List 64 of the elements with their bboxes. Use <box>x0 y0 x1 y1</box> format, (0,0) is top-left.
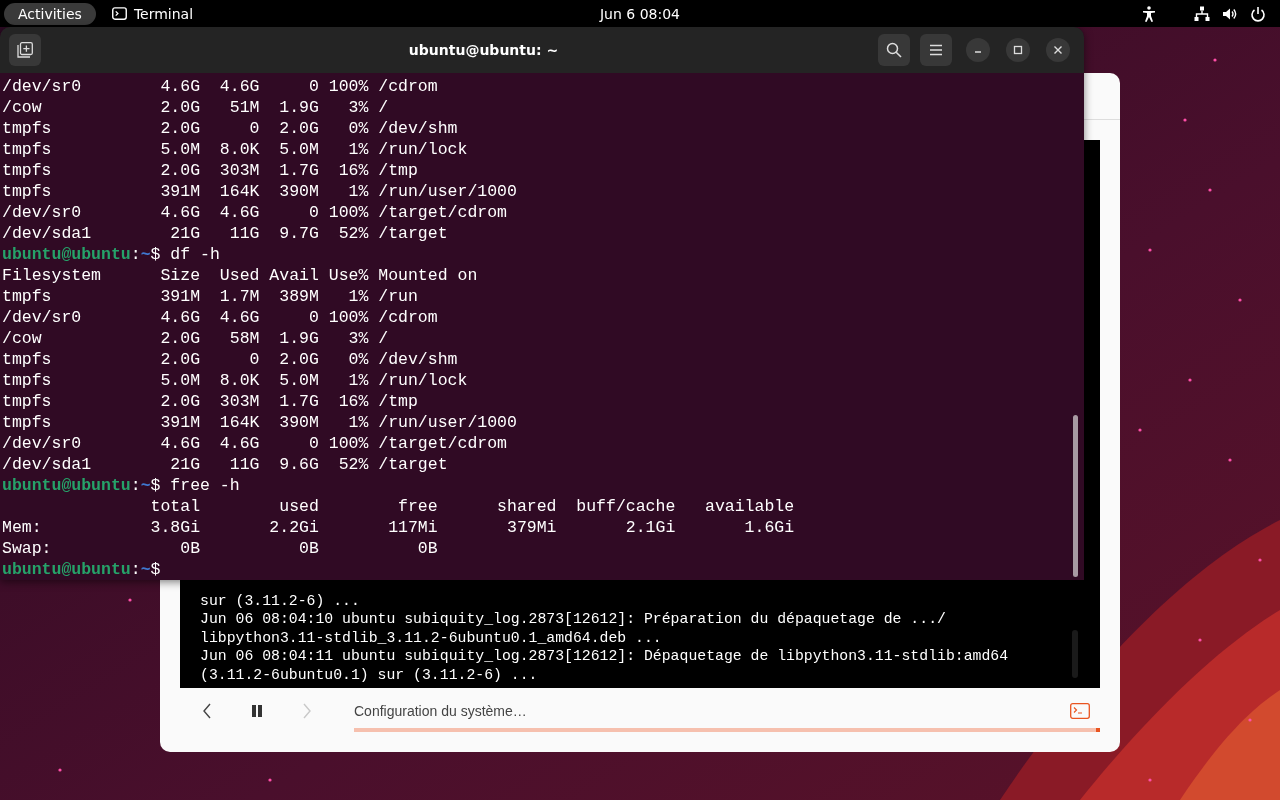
power-icon[interactable] <box>1250 5 1266 22</box>
terminal-line: tmpfs 5.0M 8.0K 5.0M 1% /run/lock <box>2 139 469 160</box>
terminal-line: tmpfs 391M 1.7M 389M 1% /run <box>2 286 419 307</box>
terminal-line: tmpfs 391M 164K 390M 1% /run/user/1000 <box>2 181 518 202</box>
command-text: df -h <box>170 245 220 264</box>
new-tab-button[interactable] <box>9 34 41 66</box>
prompt-path: ~ <box>140 245 151 264</box>
prompt-symbol: $ <box>150 245 161 264</box>
log-line: Jun 06 08:04:10 ubuntu subiquity_log.2873[12612]: Préparation du dépaquetage de .../ <box>200 610 947 629</box>
window-title: ubuntu@ubuntu: ~ <box>407 42 560 58</box>
log-line: sur (3.11.2-6) ... <box>200 591 361 610</box>
terminal-line: /dev/sr0 4.6G 4.6G 0 100% /cdrom <box>2 76 439 97</box>
terminal-line: /cow 2.0G 58M 1.9G 3% / <box>2 328 390 349</box>
prompt-user: ubuntu@ubuntu <box>2 560 131 579</box>
terminal-line: Filesystem Size Used Avail Use% Mounted on <box>2 265 479 286</box>
prompt-symbol: $ <box>150 476 161 495</box>
terminal-line: tmpfs 2.0G 0 2.0G 0% /dev/shm <box>2 118 459 139</box>
chevron-right-icon <box>302 703 312 719</box>
prompt-path: ~ <box>140 560 151 579</box>
app-menu[interactable]: Terminal <box>107 3 198 24</box>
terminal-line: tmpfs 2.0G 303M 1.7G 16% /tmp <box>2 160 419 181</box>
terminal-line: Mem: 3.8Gi 2.2Gi 117Mi 379Mi 2.1Gi 1.6Gi <box>2 517 796 538</box>
terminal-line: /cow 2.0G 51M 1.9G 3% / <box>2 97 390 118</box>
terminal-line: total used free shared buff/cache available <box>149 496 796 517</box>
prompt-separator: : <box>130 476 141 495</box>
terminal-line: /dev/sr0 4.6G 4.6G 0 100% /cdrom <box>2 307 439 328</box>
command-text: free -h <box>170 476 240 495</box>
status-text: Configuration du système… <box>354 703 527 719</box>
search-button[interactable] <box>878 34 910 66</box>
log-line: (3.11.2-6ubuntu0.1) sur (3.11.2-6) ... <box>200 665 539 684</box>
terminal-line: tmpfs 2.0G 303M 1.7G 16% /tmp <box>2 391 419 412</box>
log-line: Jun 06 08:04:11 ubuntu subiquity_log.2873[12612]: Dépaquetage de libpython3.11-stdlib:amd64 <box>200 647 1010 666</box>
search-icon <box>886 42 902 58</box>
terminal-line: Swap: 0B 0B 0B <box>2 538 439 559</box>
log-line: libpython3.11-stdlib_3.11.2-6ubuntu0.1_amd64.deb ... <box>200 628 663 647</box>
prompt-path: ~ <box>140 476 151 495</box>
terminal-line: /dev/sda1 21G 11G 9.7G 52% /target <box>2 223 449 244</box>
close-icon <box>1053 45 1063 55</box>
menu-icon <box>929 44 943 56</box>
close-button[interactable] <box>1046 38 1070 62</box>
terminal-line: /dev/sda1 21G 11G 9.6G 52% /target <box>2 454 449 475</box>
terminal-line: tmpfs 2.0G 0 2.0G 0% /dev/shm <box>2 349 459 370</box>
terminal-line: tmpfs 5.0M 8.0K 5.0M 1% /run/lock <box>2 370 469 391</box>
network-icon[interactable] <box>1194 5 1210 22</box>
clock[interactable]: Jun 6 08:04 <box>596 3 684 24</box>
activities-button[interactable]: Activities <box>4 2 96 25</box>
prompt-symbol: $ <box>150 560 161 579</box>
maximize-icon <box>1013 45 1023 55</box>
terminal-icon <box>111 7 127 20</box>
minimize-button[interactable] <box>966 38 990 62</box>
prompt-separator: : <box>130 560 141 579</box>
accessibility-icon[interactable] <box>1142 5 1156 22</box>
terminal-line: /dev/sr0 4.6G 4.6G 0 100% /target/cdrom <box>2 433 508 454</box>
terminal-line: /dev/sr0 4.6G 4.6G 0 100% /target/cdrom <box>2 202 508 223</box>
terminal-icon[interactable] <box>1070 703 1090 719</box>
prompt-user: ubuntu@ubuntu <box>2 245 131 264</box>
new-tab-icon <box>17 42 33 58</box>
terminal-line: tmpfs 391M 164K 390M 1% /run/user/1000 <box>2 412 518 433</box>
pause-icon <box>251 705 263 717</box>
prompt-separator: : <box>130 245 141 264</box>
chevron-left-icon <box>202 703 212 719</box>
maximize-button[interactable] <box>1006 38 1030 62</box>
menu-button[interactable] <box>920 34 952 66</box>
prompt-user: ubuntu@ubuntu <box>2 476 131 495</box>
